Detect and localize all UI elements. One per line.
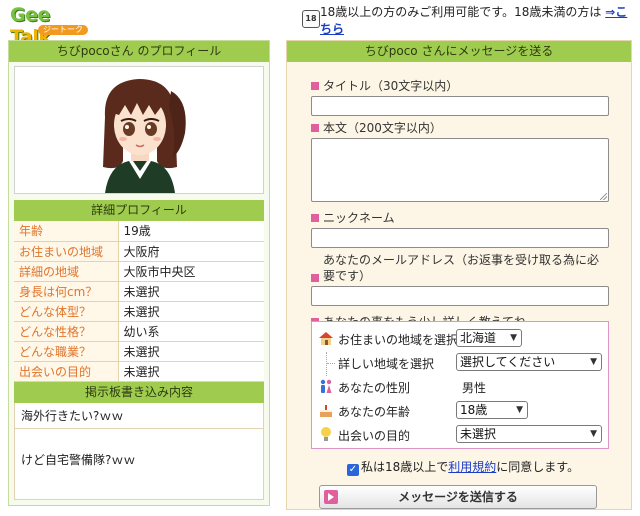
pink-square-icon xyxy=(311,124,319,132)
gee-talk-logo[interactable]: Gee Talk ジートーク xyxy=(10,4,96,48)
table-row: どんな職業？ 未選択 xyxy=(14,341,264,362)
nickname-field-label: ニックネーム xyxy=(311,210,607,226)
chevron-down-icon: ▼ xyxy=(590,357,597,367)
email-input[interactable] xyxy=(311,286,609,306)
cake-icon xyxy=(320,405,332,417)
pink-square-icon xyxy=(311,82,319,90)
table-row: どんな性格？ 幼い系 xyxy=(14,321,264,342)
body-textarea[interactable] xyxy=(311,138,609,202)
area-select[interactable]: 北海道 ▼ xyxy=(456,329,522,347)
age-select[interactable]: 18歳 ▼ xyxy=(456,401,528,419)
message-form: タイトル（30文字以内） 本文（200文字以内） ニックネーム あなたのメールア… xyxy=(287,78,631,330)
title-field-label: タイトル（30文字以内） xyxy=(311,78,607,94)
detail-profile-title: 詳細プロフィール xyxy=(14,200,264,221)
message-panel: ちびpoco さんにメッセージを送る タイトル（30文字以内） 本文（200文字… xyxy=(286,40,632,510)
pink-square-icon xyxy=(311,274,319,282)
table-row: どんな体型？ 未選択 xyxy=(14,301,264,322)
profile-title: ちびpocoさん のプロフィール xyxy=(9,41,269,62)
chevron-down-icon: ▼ xyxy=(590,429,597,439)
detail-area-row: 詳しい地域を選択 選択してください ▼ xyxy=(318,352,608,376)
profile-panel: ちびpocoさん のプロフィール 詳細プロフィール 年齢 19歳 お住まいの地域… xyxy=(8,40,270,506)
age-row: あなたの年齢 18歳 ▼ xyxy=(318,400,608,424)
table-row: 詳細の地域 大阪市中央区 xyxy=(14,261,264,282)
message-title: ちびpoco さんにメッセージを送る xyxy=(287,41,631,62)
profile-options-box: お住まいの地域を選択 北海道 ▼ 詳しい地域を選択 選択してください ▼ あなたの性… xyxy=(311,321,609,449)
chevron-down-icon: ▼ xyxy=(516,405,523,415)
logo-subtext: ジートーク xyxy=(38,25,88,35)
list-item: 海外行きたい?ｗｗ xyxy=(15,403,263,429)
detail-area-select[interactable]: 選択してください ▼ xyxy=(456,353,602,371)
table-row: お住まいの地域 大阪府 xyxy=(14,241,264,262)
send-message-button[interactable]: メッセージを送信する xyxy=(319,485,597,509)
terms-checkbox[interactable]: ✓ xyxy=(347,464,359,476)
send-arrow-icon xyxy=(324,490,338,504)
chevron-down-icon: ▼ xyxy=(510,333,517,343)
purpose-row: 出会いの目的 未選択 ▼ xyxy=(318,424,608,448)
age-notice: 18歳以上の方のみご利用可能です。18歳未満の方は ⇒こちら xyxy=(320,5,628,36)
list-item: けど自宅警備隊?ｗｗ xyxy=(21,452,136,467)
gender-icon xyxy=(320,379,332,393)
avatar-girl-illustration xyxy=(103,79,186,193)
profile-avatar xyxy=(14,66,264,194)
terms-agreement: ✓ 私は18歳以上で利用規約に同意します。 xyxy=(347,460,580,476)
nickname-input[interactable] xyxy=(311,228,609,248)
table-row: 出会いの目的 未選択 xyxy=(14,361,264,382)
gender-value: 男性 xyxy=(462,381,487,395)
board-posts-list: 海外行きたい?ｗｗ けど自宅警備隊?ｗｗ xyxy=(14,402,264,500)
pink-square-icon xyxy=(311,214,319,222)
table-row: 年齢 19歳 xyxy=(14,221,264,242)
purpose-select[interactable]: 未選択 ▼ xyxy=(456,425,602,443)
profile-detail-table: 年齢 19歳 お住まいの地域 大阪府 詳細の地域 大阪市中央区 身長は何cm？ 未選択 … xyxy=(14,221,264,382)
email-field-label: あなたのメールアドレス（お返事を受け取る為に必要です） xyxy=(311,252,607,284)
area-row: お住まいの地域を選択 北海道 ▼ xyxy=(318,328,608,352)
tree-connector xyxy=(326,352,336,376)
lightbulb-icon xyxy=(321,427,331,441)
title-input[interactable] xyxy=(311,96,609,116)
terms-link[interactable]: 利用規約 xyxy=(448,460,496,474)
body-field-label: 本文（200文字以内） xyxy=(311,120,607,136)
house-icon xyxy=(319,332,333,345)
board-posts-title: 掲示板書き込み内容 xyxy=(14,381,264,403)
table-row: 身長は何cm？ 未選択 xyxy=(14,281,264,302)
gender-row: あなたの性別 男性 xyxy=(318,376,608,400)
